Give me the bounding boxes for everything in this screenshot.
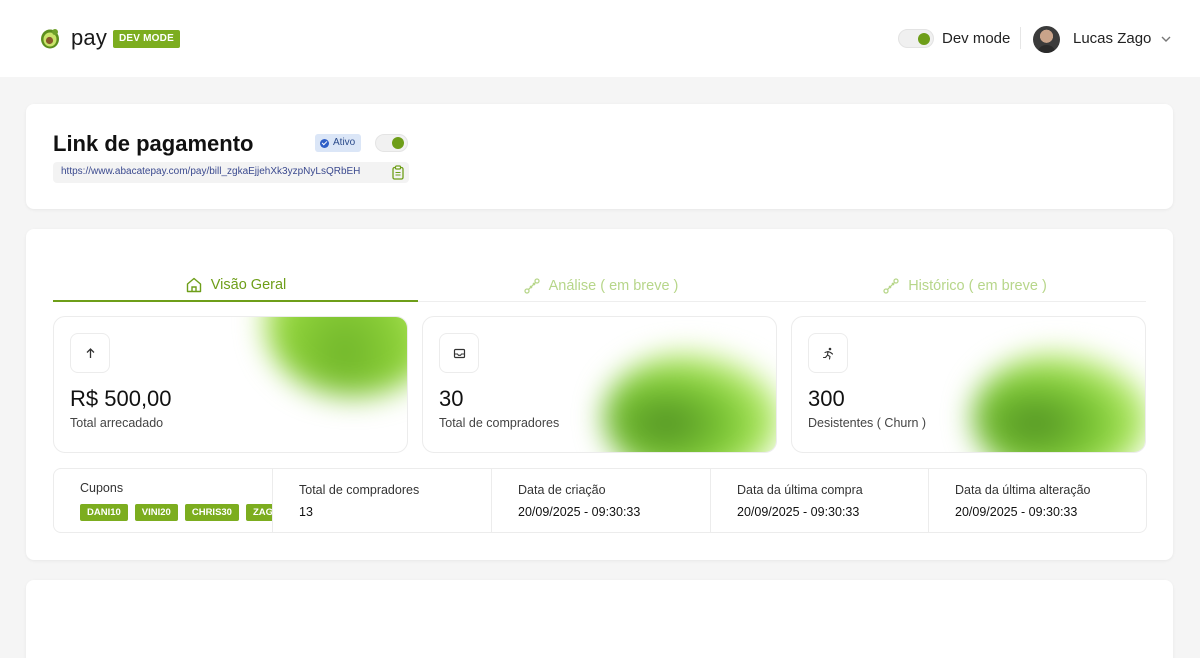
arrow-up-icon (86, 347, 94, 358)
decorative-gradient (603, 352, 776, 452)
last-change-label: Data da última alteração (955, 483, 1091, 497)
decorative-gradient (972, 352, 1145, 452)
stat-icon-box (70, 333, 110, 373)
last-change-cell: Data da última alteração 20/09/2025 - 09… (928, 468, 1147, 533)
payment-url[interactable]: https://www.abacatepay.com/pay/bill_zgka… (61, 166, 360, 177)
coupon-badge[interactable]: ZAGO40 (245, 504, 272, 521)
buyers-label: Total de compradores (299, 483, 420, 497)
running-person-icon (822, 347, 833, 360)
stat-label: Total arrecadado (70, 416, 164, 430)
tab-label: Visão Geral (210, 276, 287, 293)
last-purchase-label: Data da última compra (737, 483, 863, 497)
tab-analysis[interactable]: Análise ( em breve ) (418, 269, 783, 302)
stat-icon-box (439, 333, 479, 373)
stat-label: Total de compradores (439, 416, 560, 430)
stat-value: 300 (808, 386, 845, 411)
tab-overview[interactable]: Visão Geral (53, 269, 418, 302)
avocado-logo-icon[interactable] (40, 27, 62, 49)
dev-mode-badge: DEV MODE (113, 30, 180, 48)
content-card (26, 580, 1173, 658)
tab-label: Histórico ( em breve ) (908, 277, 1047, 294)
payment-url-box: https://www.abacatepay.com/pay/bill_zgka… (53, 162, 409, 183)
top-header: pay DEV MODE Dev mode Lucas Zago (0, 0, 1200, 77)
stat-label: Desistentes ( Churn ) (808, 416, 927, 430)
clipboard-copy-icon[interactable] (391, 165, 405, 180)
stat-value: R$ 500,00 (70, 386, 172, 411)
tab-divider (418, 301, 1146, 302)
coupon-badge[interactable]: CHRIS30 (184, 504, 239, 521)
tab-history[interactable]: Histórico ( em breve ) (783, 269, 1146, 302)
tab-label: Análise ( em breve ) (548, 277, 679, 294)
inbox-icon (453, 348, 465, 358)
last-change-value: 20/09/2025 - 09:30:33 (955, 505, 1078, 519)
created-date-label: Data de criação (518, 483, 606, 497)
status-label: Ativo (333, 137, 356, 148)
brand-name: pay (71, 25, 108, 50)
stat-value: 30 (439, 386, 464, 411)
dev-mode-toggle[interactable] (898, 29, 934, 48)
dev-mode-label: Dev mode (942, 30, 1011, 47)
check-circle-icon (320, 138, 329, 148)
coupon-list: DANI10 VINI20 CHRIS30 ZAGO40 (80, 504, 272, 521)
payment-link-card: Link de pagamento Ativo https://www.abac… (26, 104, 1173, 209)
last-purchase-value: 20/09/2025 - 09:30:33 (737, 505, 860, 519)
stat-card-revenue: R$ 500,00 Total arrecadado (53, 316, 408, 453)
created-date-cell: Data de criação 20/09/2025 - 09:30:33 (491, 468, 711, 533)
coupon-badge[interactable]: DANI10 (80, 504, 128, 521)
header-divider (1020, 27, 1021, 49)
chevron-down-icon[interactable] (1160, 33, 1172, 45)
chart-link-icon (883, 277, 899, 294)
buyers-value: 13 (299, 505, 313, 519)
coupon-badge[interactable]: VINI20 (134, 504, 178, 521)
active-toggle[interactable] (375, 134, 408, 152)
last-purchase-cell: Data da última compra 20/09/2025 - 09:30… (710, 468, 929, 533)
stat-card-buyers: 30 Total de compradores (422, 316, 777, 453)
user-name[interactable]: Lucas Zago (1073, 30, 1151, 47)
status-badge: Ativo (315, 134, 362, 152)
user-avatar[interactable] (1033, 26, 1060, 53)
overview-card: Visão Geral Análise ( em breve ) Históri… (26, 229, 1173, 560)
coupons-cell: Cupons DANI10 VINI20 CHRIS30 ZAGO40 (53, 468, 273, 533)
stat-icon-box (808, 333, 848, 373)
page-title: Link de pagamento (53, 131, 254, 156)
toggle-knob (918, 33, 930, 45)
coupons-label: Cupons (80, 481, 124, 495)
home-icon (186, 277, 201, 292)
chart-link-icon (523, 277, 540, 294)
stat-card-churn: 300 Desistentes ( Churn ) (791, 316, 1146, 453)
buyers-cell: Total de compradores 13 (272, 468, 492, 533)
toggle-knob (392, 137, 404, 149)
created-date-value: 20/09/2025 - 09:30:33 (518, 505, 641, 519)
decorative-gradient (264, 317, 407, 397)
